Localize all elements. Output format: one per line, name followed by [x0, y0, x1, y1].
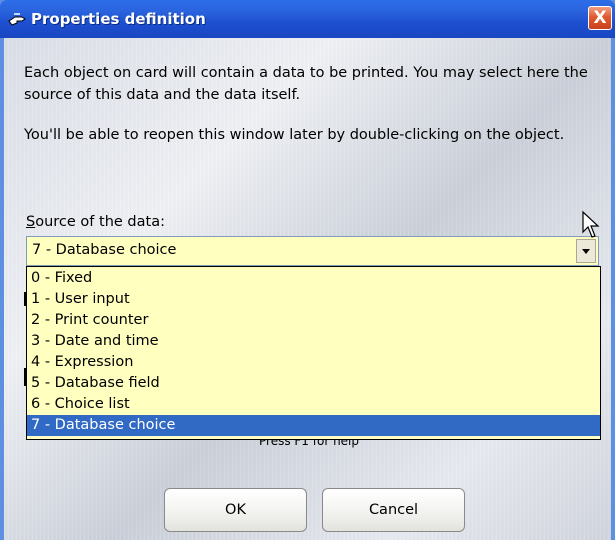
source-combobox[interactable]: 7 - Database choice	[26, 236, 599, 266]
dropdown-option[interactable]: 0 - Fixed	[27, 268, 600, 289]
window-title: Properties definition	[31, 10, 206, 28]
description-text: Each object on card will contain a data …	[24, 65, 588, 103]
dropdown-option[interactable]: 4 - Expression	[27, 352, 600, 373]
source-dropdown-list[interactable]: 0 - Fixed 1 - User input 2 - Print count…	[26, 266, 601, 440]
title-bar[interactable]: Properties definition X	[0, 0, 615, 38]
source-label: Source of the data:	[26, 214, 165, 230]
ok-button[interactable]: OK	[164, 488, 307, 532]
dialog-body: Each object on card will contain a data …	[4, 38, 611, 540]
dropdown-option[interactable]: 1 - User input	[27, 289, 600, 310]
source-selected-value: 7 - Database choice	[32, 242, 177, 258]
dropdown-option[interactable]: 2 - Print counter	[27, 310, 600, 331]
mouse-pointer-icon	[582, 210, 600, 238]
cancel-button[interactable]: Cancel	[322, 488, 465, 532]
close-button[interactable]: X	[588, 6, 612, 30]
source-label-rest: ource of the data:	[35, 214, 165, 230]
dropdown-option[interactable]: 3 - Date and time	[27, 331, 600, 352]
dropdown-option[interactable]: 5 - Database field	[27, 373, 600, 394]
dropdown-option-selected[interactable]: 7 - Database choice	[27, 415, 600, 436]
properties-dialog: Properties definition X Each object on c…	[0, 0, 615, 540]
close-icon: X	[593, 8, 607, 28]
properties-hand-icon	[8, 13, 26, 26]
dropdown-option[interactable]: 6 - Choice list	[27, 394, 600, 415]
chevron-down-icon[interactable]	[576, 239, 596, 263]
source-label-accesskey: S	[26, 214, 36, 230]
reopen-hint-text: You'll be able to reopen this window lat…	[24, 127, 565, 143]
